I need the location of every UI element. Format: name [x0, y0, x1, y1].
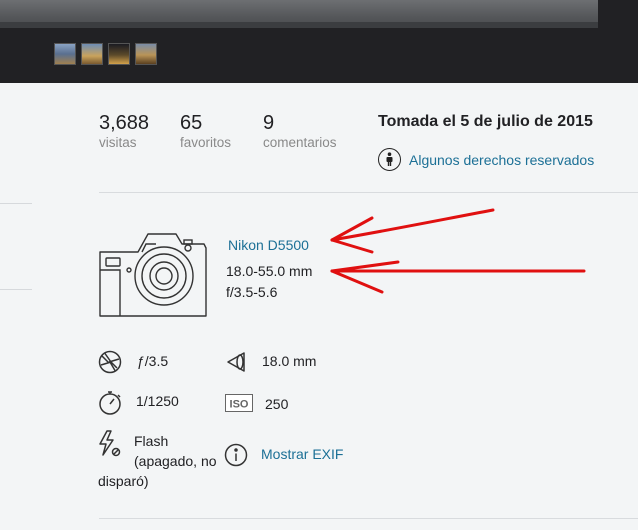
flash-label: Flash — [134, 433, 169, 449]
thumbnail[interactable] — [81, 43, 103, 65]
camera-icon — [98, 230, 208, 325]
focal-length-value: 18.0 mm — [262, 353, 317, 369]
section-divider — [99, 192, 638, 193]
show-exif-link[interactable]: Mostrar EXIF — [261, 446, 343, 462]
thumbnail[interactable] — [135, 43, 157, 65]
thumbnail[interactable] — [108, 43, 130, 65]
stat-favorites: 65 favoritos — [180, 112, 231, 151]
left-panel-divider — [0, 203, 32, 204]
info-icon[interactable] — [224, 443, 248, 472]
focal-length-icon — [225, 350, 249, 379]
flash-detail-cont: disparó) — [98, 473, 149, 489]
flash-info: Flash (apagado, no disparó) — [98, 431, 228, 491]
aperture-value: ƒ/3.5 — [137, 353, 169, 369]
iso-value: 250 — [265, 396, 289, 412]
shutter-speed-value: 1/1250 — [136, 393, 179, 409]
stat-label: favoritos — [180, 135, 232, 150]
thumbnail[interactable] — [54, 43, 76, 65]
stat-label: comentarios — [263, 135, 337, 150]
stat-value: 65 — [180, 112, 203, 134]
license-link[interactable]: Algunos derechos reservados — [409, 152, 594, 168]
stat-label: visitas — [99, 135, 137, 150]
svg-text:ISO: ISO — [230, 399, 249, 411]
date-taken: Tomada el 5 de julio de 2015 — [378, 113, 593, 130]
stat-comments[interactable]: 9 comentarios — [263, 112, 337, 151]
stat-views: 3,688 visitas — [99, 112, 149, 151]
annotation-arrow-lens — [330, 260, 586, 294]
lens-aperture-range: f/3.5-5.6 — [226, 284, 278, 300]
photo-page: 3,688 visitas 65 favoritos 9 comentarios… — [0, 0, 638, 530]
photo-viewer-strip — [0, 0, 638, 83]
thumbnail-strip — [54, 43, 157, 65]
stat-value: 9 — [263, 112, 275, 134]
license-info[interactable]: Algunos derechos reservados — [378, 148, 594, 171]
annotation-arrow-camera — [330, 208, 495, 254]
flash-detail: (apagado, no — [134, 453, 217, 469]
timer-icon — [98, 390, 124, 421]
stat-value: 3,688 — [99, 112, 150, 134]
left-panel-divider — [0, 289, 32, 290]
camera-model-link[interactable]: Nikon D5500 — [228, 237, 309, 253]
aperture-icon — [98, 350, 122, 379]
license-icon — [378, 148, 401, 171]
section-divider — [99, 518, 638, 519]
photo-preview[interactable] — [0, 0, 598, 28]
iso-icon: ISO — [225, 394, 253, 417]
lens-info: 18.0-55.0 mm — [226, 263, 313, 279]
